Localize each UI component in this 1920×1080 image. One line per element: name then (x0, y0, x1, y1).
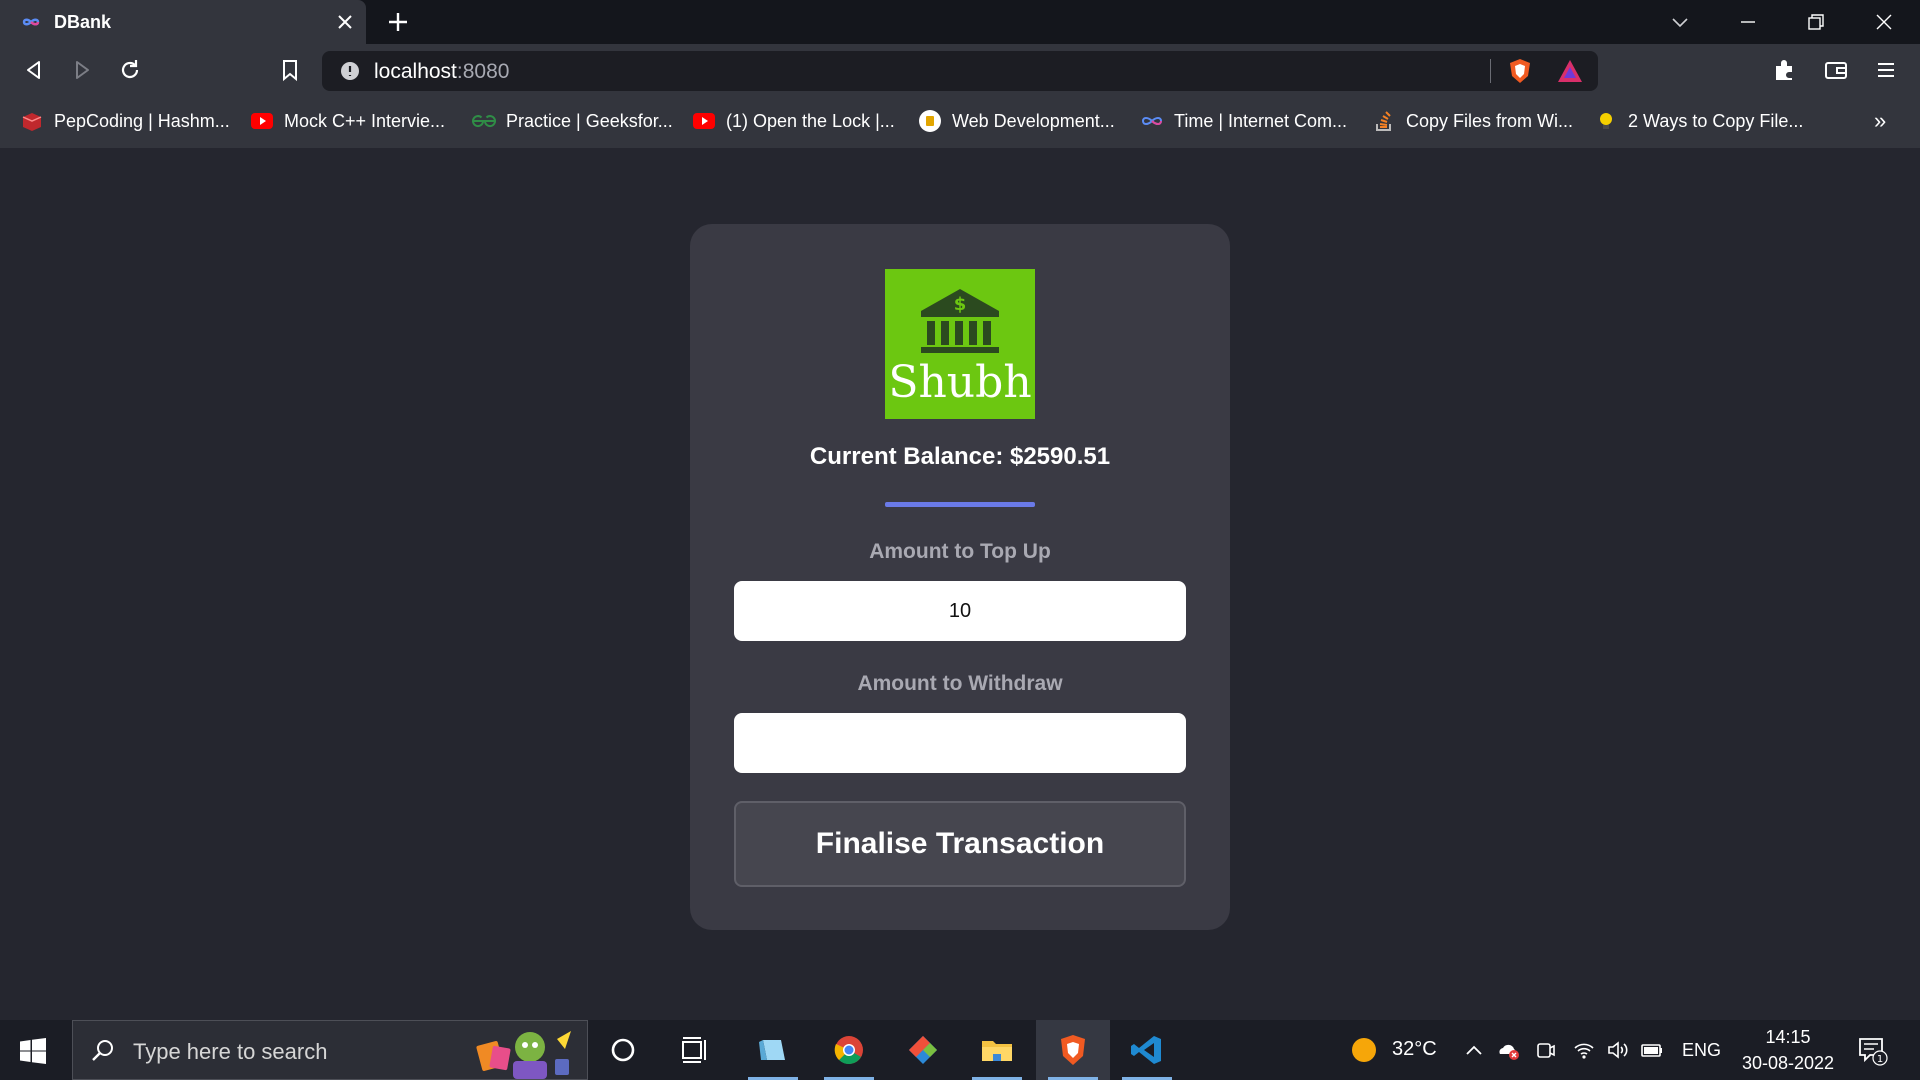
clock-time: 14:15 (1765, 1027, 1811, 1047)
close-tab-icon[interactable] (334, 11, 356, 33)
taskbar-app-file-explorer[interactable] (960, 1020, 1034, 1080)
bookmark-item[interactable]: Practice | Geeksfor... (472, 108, 673, 134)
show-hidden-icons-icon[interactable] (1462, 1038, 1486, 1062)
taskbar-app-brave[interactable] (1036, 1020, 1110, 1080)
windows-taskbar: Type here to search 32°C ENG 14:15 30-08… (0, 1020, 1920, 1080)
web-dev-icon (919, 110, 941, 132)
infinity-icon (1141, 117, 1163, 125)
bookmark-item[interactable]: Time | Internet Com... (1140, 108, 1347, 134)
url-text: localhost:8080 (374, 60, 510, 83)
site-info-icon[interactable] (340, 61, 360, 81)
reload-icon[interactable] (116, 56, 144, 84)
bookmark-item[interactable]: (1) Open the Lock |... (692, 108, 895, 134)
clock[interactable]: 14:15 30-08-2022 (1728, 1024, 1848, 1076)
bank-logo: $ Shubh (885, 269, 1035, 419)
svg-text:$: $ (954, 294, 967, 315)
browser-titlebar: DBank (0, 0, 1920, 44)
bookmark-item[interactable]: Mock C++ Intervie... (250, 108, 445, 134)
back-icon[interactable] (20, 56, 48, 84)
onedrive-error-icon[interactable] (1496, 1038, 1520, 1062)
weather-sun-icon[interactable] (1350, 1036, 1378, 1064)
logo-text: Shubh (888, 357, 1032, 408)
bookmark-item[interactable]: Web Development... (918, 108, 1115, 134)
brave-shields-icon[interactable] (1506, 57, 1534, 85)
taskbar-app-vscode[interactable] (1110, 1020, 1184, 1080)
geeksforgeeks-icon (472, 115, 496, 128)
tab-dbank[interactable]: DBank (0, 0, 366, 44)
chrome-icon (834, 1036, 863, 1065)
task-view-icon (682, 1037, 706, 1063)
clock-date: 30-08-2022 (1741, 1053, 1835, 1073)
notepad-icon (759, 1040, 785, 1060)
bookmark-item[interactable]: Copy Files from Wi... (1372, 108, 1573, 134)
close-window-icon[interactable] (1872, 10, 1896, 34)
browser-navbar: localhost:8080 (0, 44, 1920, 96)
bookmark-item[interactable]: PepCoding | Hashm... (20, 108, 230, 134)
cortana-icon (611, 1038, 635, 1062)
brave-rewards-icon[interactable] (1556, 58, 1584, 84)
notification-count: 1 (1877, 1054, 1883, 1065)
search-icon (92, 1040, 113, 1061)
lightbulb-icon (1600, 113, 1612, 129)
withdraw-input[interactable] (734, 713, 1186, 773)
taskbar-app-gitkraken[interactable] (886, 1020, 960, 1080)
brave-icon (1061, 1035, 1085, 1065)
restore-icon[interactable] (1804, 10, 1828, 34)
git-icon (909, 1036, 937, 1064)
task-view-button[interactable] (658, 1020, 732, 1080)
tab-title: DBank (54, 12, 112, 32)
taskbar-search[interactable]: Type here to search (72, 1020, 588, 1080)
camera-icon[interactable] (1534, 1038, 1558, 1062)
windows-start-icon[interactable] (20, 1038, 46, 1064)
bookmarks-bar: PepCoding | Hashm... Mock C++ Intervie..… (0, 96, 1920, 148)
forward-icon[interactable] (68, 56, 96, 84)
more-bookmarks-icon[interactable]: » (1874, 108, 1886, 134)
youtube-icon (693, 113, 715, 129)
finalise-transaction-button[interactable]: Finalise Transaction (734, 801, 1186, 887)
bookmark-item[interactable]: 2 Ways to Copy File... (1594, 108, 1803, 134)
topup-input[interactable] (734, 581, 1186, 641)
current-balance: Current Balance: $2590.51 (809, 443, 1111, 470)
withdraw-label: Amount to Withdraw (857, 672, 1063, 695)
divider-line (885, 502, 1035, 507)
folder-icon (982, 1041, 1012, 1061)
extensions-icon[interactable] (1770, 56, 1798, 84)
volume-icon[interactable] (1606, 1038, 1630, 1062)
address-separator (1490, 59, 1491, 83)
temperature[interactable]: 32°C (1392, 1038, 1437, 1064)
taskbar-app-chrome[interactable] (812, 1020, 886, 1080)
tab-search-chevron-icon[interactable] (1668, 10, 1692, 34)
page-content: $ Shubh Current Balance: $2590.51 Amount… (0, 148, 1920, 1020)
battery-icon[interactable] (1640, 1038, 1664, 1062)
infinity-icon (22, 18, 40, 26)
youtube-icon (251, 113, 273, 129)
vscode-icon (1131, 1036, 1161, 1064)
cortana-button[interactable] (586, 1020, 660, 1080)
search-highlight-art-icon (476, 1031, 571, 1079)
pepcoding-icon (22, 113, 42, 131)
stackoverflow-icon (1376, 111, 1391, 131)
bookmark-icon[interactable] (276, 56, 304, 84)
topup-label: Amount to Top Up (869, 540, 1051, 563)
bank-card: $ Shubh Current Balance: $2590.51 Amount… (690, 224, 1230, 930)
menu-icon[interactable] (1872, 56, 1900, 84)
notification-center-icon[interactable]: 1 (1856, 1034, 1888, 1066)
new-tab-icon[interactable] (386, 10, 410, 34)
language-indicator[interactable]: ENG (1682, 1040, 1721, 1066)
taskbar-app-notepad[interactable] (736, 1020, 810, 1080)
search-placeholder: Type here to search (133, 1039, 328, 1064)
wifi-icon[interactable] (1572, 1038, 1596, 1062)
minimize-icon[interactable] (1736, 10, 1760, 34)
address-bar[interactable]: localhost:8080 (322, 51, 1598, 91)
wallet-icon[interactable] (1822, 56, 1850, 84)
